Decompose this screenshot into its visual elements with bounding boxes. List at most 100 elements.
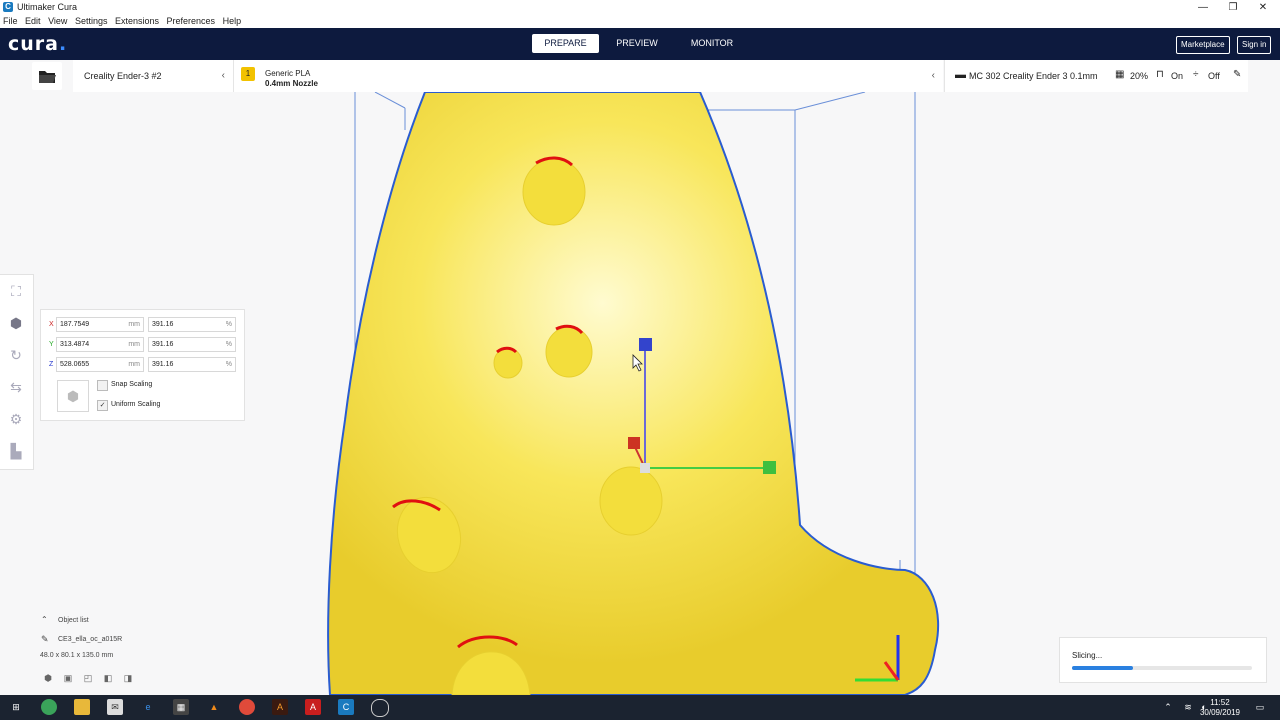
cura-app-icon: C	[3, 2, 13, 12]
y-mm-value: 313.4874	[60, 341, 90, 348]
x-mm-field[interactable]: 187.7549 mm	[56, 317, 144, 332]
material-name: Generic PLA	[265, 69, 311, 78]
percent-unit: %	[225, 361, 232, 368]
tab-prepare[interactable]: PREPARE	[532, 34, 599, 53]
support-value: On	[1171, 71, 1184, 81]
minimize-button[interactable]: —	[1188, 0, 1218, 15]
pencil-icon[interactable]: ✎	[41, 634, 49, 645]
menu-help[interactable]: Help	[223, 15, 242, 28]
menu-view[interactable]: View	[48, 15, 67, 28]
file-explorer-icon[interactable]	[74, 699, 90, 715]
move-tool-icon[interactable]: ⛶	[6, 281, 26, 301]
taskbar-clock[interactable]: 11:52 30/09/2019	[1200, 698, 1240, 718]
z-mm-value: 528.0655	[60, 361, 90, 368]
uniform-scaling-checkbox[interactable]: ✓	[97, 400, 108, 411]
reset-scale-icon: ⬢	[66, 388, 80, 404]
clock-date: 30/09/2019	[1199, 708, 1240, 717]
edge-icon[interactable]: e	[140, 699, 156, 715]
vlc-icon[interactable]: ▲	[206, 699, 222, 715]
mm-unit: mm	[128, 321, 140, 328]
windows-start-icon[interactable]: ⊞	[8, 699, 24, 715]
mirror-tool-icon[interactable]: ⇆	[6, 377, 26, 397]
open-file-button[interactable]	[32, 62, 62, 90]
object-list-header[interactable]: Object list	[58, 617, 89, 624]
uniform-scaling-label: Uniform Scaling	[111, 401, 161, 408]
top-view-icon[interactable]: ◰	[83, 673, 93, 683]
network-icon[interactable]: ≋	[1180, 699, 1196, 715]
tab-preview[interactable]: PREVIEW	[606, 34, 668, 53]
percent-unit: %	[225, 341, 232, 348]
cura-taskbar-icon[interactable]: C	[338, 699, 354, 715]
sign-in-button[interactable]: Sign in	[1237, 36, 1272, 54]
browser-icon[interactable]	[41, 699, 57, 715]
printer-selector[interactable]: Creality Ender-3 #2 ‹	[73, 60, 234, 92]
cura-header: cura. PREPARE PREVIEW MONITOR Marketplac…	[0, 28, 1280, 60]
cura-logo: cura.	[8, 33, 67, 55]
window-title: Ultimaker Cura	[17, 2, 78, 12]
chevron-up-icon[interactable]: ⌃	[41, 615, 48, 624]
profile-icon: ▬	[955, 69, 966, 81]
windows-taskbar: ⊞ ✉ e ▦ ▲ A A C ⌃ ≋ ◐ 11:52 30/09/2019 ▭	[0, 695, 1280, 720]
per-model-settings-icon[interactable]: ⚙	[6, 409, 26, 429]
menu-edit[interactable]: Edit	[25, 15, 41, 28]
material-selector[interactable]: 1 Generic PLA 0.4mm Nozzle ‹	[234, 60, 943, 92]
scale-panel: X 187.7549 mm 391.16 % Y 313.4874 mm 391…	[40, 309, 245, 421]
y-mm-field[interactable]: 313.4874 mm	[56, 337, 144, 352]
rotate-tool-icon[interactable]: ↻	[6, 345, 26, 365]
pencil-icon[interactable]: ✎	[1233, 69, 1241, 80]
object-filename[interactable]: CE3_ella_oc_a015R	[58, 636, 122, 643]
profile-name: MC 302 Creality Ender 3 0.1mm	[969, 71, 1098, 81]
slicing-progress-bar	[1072, 666, 1252, 670]
z-percent-field[interactable]: 391.16 %	[148, 357, 236, 372]
extruder-badge: 1	[241, 67, 255, 81]
x-percent-value: 391.16	[152, 321, 174, 328]
tab-monitor[interactable]: MONITOR	[678, 34, 746, 53]
material-info: Generic PLA 0.4mm Nozzle	[265, 69, 318, 89]
printer-name: Creality Ender-3 #2	[84, 71, 162, 81]
y-percent-value: 391.16	[152, 341, 174, 348]
x-percent-field[interactable]: 391.16 %	[148, 317, 236, 332]
tool-panel: ⛶ ⬢ ↻ ⇆ ⚙ ▙	[0, 274, 34, 470]
store-icon[interactable]: ▦	[173, 699, 189, 715]
infill-icon: ▦	[1115, 69, 1125, 80]
chrome-icon[interactable]	[239, 699, 255, 715]
menu-settings[interactable]: Settings	[75, 15, 108, 28]
chevron-left-icon: ‹	[221, 70, 225, 81]
scale-handle-z	[639, 338, 652, 351]
support-blocker-icon[interactable]: ▙	[6, 441, 26, 461]
adhesion-icon: ÷	[1193, 69, 1199, 80]
front-view-icon[interactable]: ▣	[63, 673, 73, 683]
notification-icon[interactable]: ▭	[1252, 699, 1268, 715]
logo-text: cura	[8, 33, 59, 55]
close-button[interactable]: ✕	[1248, 0, 1278, 15]
menu-extensions[interactable]: Extensions	[115, 15, 159, 28]
print-settings-selector[interactable]: ▬ MC 302 Creality Ender 3 0.1mm ▦ 20% ⊓ …	[944, 60, 1248, 92]
3d-view-icon[interactable]: ⬢	[43, 673, 53, 683]
scale-tool-icon[interactable]: ⬢	[6, 313, 26, 333]
app-taskbar-icon[interactable]	[371, 699, 389, 717]
right-view-icon[interactable]: ◨	[123, 673, 133, 683]
menu-bar: File Edit View Settings Extensions Prefe…	[0, 15, 1280, 28]
marketplace-button[interactable]: Marketplace	[1176, 36, 1230, 54]
left-view-icon[interactable]: ◧	[103, 673, 113, 683]
object-dimensions: 48.0 x 80.1 x 135.0 mm	[40, 652, 114, 659]
y-percent-field[interactable]: 391.16 %	[148, 337, 236, 352]
maximize-button[interactable]: ❐	[1218, 0, 1248, 15]
slicing-status: Slicing...	[1072, 651, 1103, 660]
slicing-progress-fill	[1072, 666, 1134, 670]
z-mm-field[interactable]: 528.0655 mm	[56, 357, 144, 372]
chevron-left-icon: ‹	[931, 70, 935, 81]
adhesion-value: Off	[1208, 71, 1220, 81]
snap-scaling-checkbox[interactable]	[97, 380, 108, 391]
model-body	[327, 92, 940, 695]
illustrator-icon[interactable]: A	[272, 699, 288, 715]
reset-scale-button[interactable]: ⬢	[57, 380, 89, 412]
mail-icon[interactable]: ✉	[107, 699, 123, 715]
percent-unit: %	[225, 321, 232, 328]
acrobat-icon[interactable]: A	[305, 699, 321, 715]
y-axis-label: Y	[49, 341, 54, 348]
slicing-panel: Slicing...	[1059, 637, 1267, 683]
tray-chevron-icon[interactable]: ⌃	[1160, 699, 1176, 715]
menu-file[interactable]: File	[3, 15, 18, 28]
menu-preferences[interactable]: Preferences	[167, 15, 216, 28]
